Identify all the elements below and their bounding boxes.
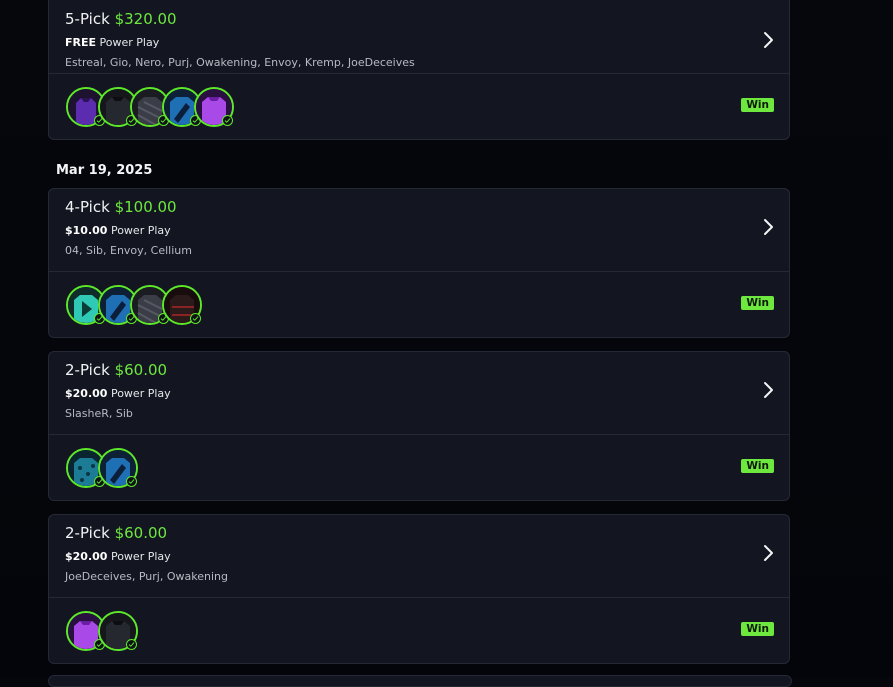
entry-title: 5-Pick $320.00: [65, 10, 177, 28]
player-list: JoeDeceives, Purj, Owakening: [65, 570, 228, 583]
check-icon: [222, 115, 233, 126]
chevron-right-icon[interactable]: [761, 216, 775, 238]
entry-card[interactable]: 2-Pick $60.00 $20.00 Power Play SlasheR,…: [48, 351, 790, 501]
payout-amount: $60.00: [114, 361, 168, 379]
win-badge: Win: [741, 296, 774, 310]
entry-card[interactable]: 4-Pick $100.00 $10.00 Power Play 04, Sib…: [48, 188, 790, 338]
win-badge: Win: [741, 459, 774, 473]
check-icon: [126, 476, 137, 487]
check-icon: [190, 313, 201, 324]
entry-picks-row: Win: [49, 74, 789, 139]
pick-count: 2-Pick: [65, 524, 110, 542]
player-list: Estreal, Gio, Nero, Purj, Owakening, Env…: [65, 56, 415, 69]
entry-picks-row: Win: [49, 272, 789, 337]
entry-summary[interactable]: 5-Pick $320.00 FREE Power Play Estreal, …: [49, 0, 789, 74]
win-badge: Win: [741, 98, 774, 112]
play-mode: Power Play: [110, 387, 171, 400]
entry-title: 4-Pick $100.00: [65, 198, 177, 216]
stake-amount: FREE: [65, 36, 97, 49]
payout-amount: $100.00: [114, 198, 177, 216]
stake-amount: $10.00: [65, 224, 108, 237]
win-badge: Win: [741, 622, 774, 636]
play-mode: Power Play: [110, 550, 171, 563]
chevron-right-icon[interactable]: [761, 379, 775, 401]
pick-count: 5-Pick: [65, 10, 110, 28]
play-mode: Power Play: [99, 36, 160, 49]
payout-amount: $320.00: [114, 10, 177, 28]
player-list: SlasheR, Sib: [65, 407, 133, 420]
stake-amount: $20.00: [65, 550, 108, 563]
entry-subtitle: $20.00 Power Play: [65, 550, 171, 563]
entry-subtitle: $20.00 Power Play: [65, 387, 171, 400]
payout-amount: $60.00: [114, 524, 168, 542]
date-header: Mar 19, 2025: [56, 163, 153, 178]
play-mode: Power Play: [110, 224, 171, 237]
entry-summary[interactable]: 4-Pick $100.00 $10.00 Power Play 04, Sib…: [49, 189, 789, 272]
entry-card[interactable]: 5-Pick $320.00 FREE Power Play Estreal, …: [48, 0, 790, 140]
entry-picks-row: Win: [49, 435, 789, 500]
chevron-right-icon[interactable]: [761, 542, 775, 564]
stake-amount: $20.00: [65, 387, 108, 400]
entry-card-partial[interactable]: [48, 675, 792, 687]
entry-card[interactable]: 2-Pick $60.00 $20.00 Power Play JoeDecei…: [48, 514, 790, 664]
entry-title: 2-Pick $60.00: [65, 524, 167, 542]
entry-subtitle: $10.00 Power Play: [65, 224, 171, 237]
chevron-right-icon[interactable]: [761, 29, 775, 51]
entry-picks-row: Win: [49, 598, 789, 663]
pick-count: 2-Pick: [65, 361, 110, 379]
check-icon: [126, 639, 137, 650]
pick-count: 4-Pick: [65, 198, 110, 216]
entry-title: 2-Pick $60.00: [65, 361, 167, 379]
player-list: 04, Sib, Envoy, Cellium: [65, 244, 192, 257]
entry-summary[interactable]: 2-Pick $60.00 $20.00 Power Play SlasheR,…: [49, 352, 789, 435]
entry-subtitle: FREE Power Play: [65, 36, 159, 49]
entry-summary[interactable]: 2-Pick $60.00 $20.00 Power Play JoeDecei…: [49, 515, 789, 598]
